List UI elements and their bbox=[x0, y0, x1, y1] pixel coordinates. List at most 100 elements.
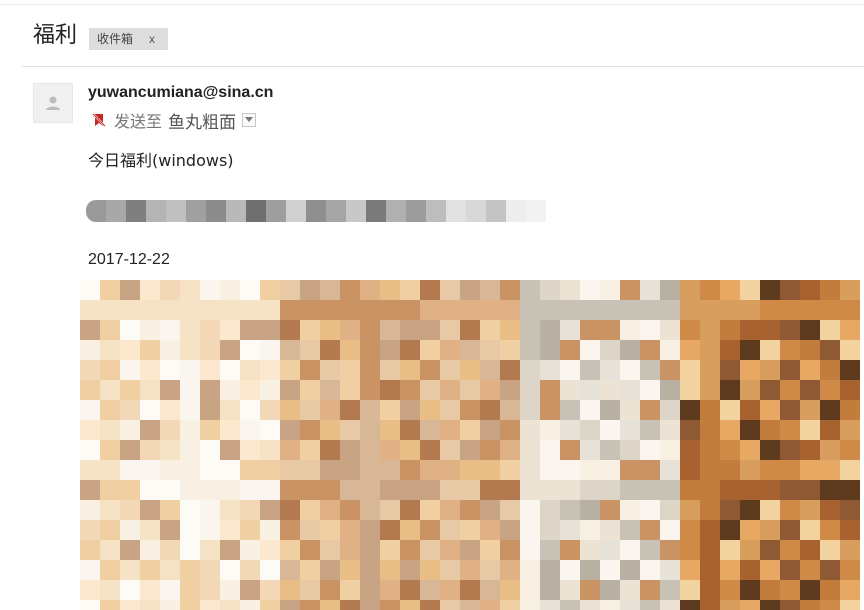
mosaic-pixel bbox=[100, 300, 120, 320]
mosaic-pixel bbox=[480, 420, 500, 440]
mosaic-pixel bbox=[540, 580, 560, 600]
redacted-block bbox=[406, 200, 426, 222]
mosaic-pixel bbox=[760, 580, 780, 600]
mosaic-pixel bbox=[300, 360, 320, 380]
mosaic-pixel bbox=[140, 540, 160, 560]
mosaic-pixel bbox=[100, 460, 120, 480]
mosaic-pixel bbox=[780, 420, 800, 440]
mosaic-pixel bbox=[280, 580, 300, 600]
mosaic-pixel bbox=[520, 480, 540, 500]
mosaic-pixel bbox=[680, 540, 700, 560]
mosaic-pixel bbox=[180, 440, 200, 460]
mosaic-pixel bbox=[100, 420, 120, 440]
mosaic-pixel bbox=[600, 340, 620, 360]
mosaic-pixel bbox=[640, 300, 660, 320]
mosaic-pixel bbox=[760, 360, 780, 380]
mosaic-pixel bbox=[540, 340, 560, 360]
mosaic-pixel bbox=[360, 400, 380, 420]
mosaic-pixel bbox=[100, 580, 120, 600]
sender-email[interactable]: yuwancumiana@sina.cn bbox=[88, 82, 273, 104]
redacted-block bbox=[86, 200, 106, 222]
mosaic-pixel bbox=[820, 280, 840, 300]
mosaic-pixel bbox=[520, 420, 540, 440]
mosaic-pixel bbox=[140, 580, 160, 600]
redacted-block bbox=[346, 200, 366, 222]
mosaic-pixel bbox=[780, 500, 800, 520]
mosaic-pixel bbox=[800, 540, 820, 560]
mosaic-pixel bbox=[380, 500, 400, 520]
mosaic-pixel bbox=[80, 540, 100, 560]
mosaic-pixel bbox=[520, 340, 540, 360]
mosaic-pixel bbox=[200, 340, 220, 360]
mosaic-pixel bbox=[360, 600, 380, 610]
mosaic-pixel bbox=[260, 380, 280, 400]
mosaic-pixel bbox=[780, 480, 800, 500]
mosaic-pixel bbox=[720, 300, 740, 320]
mosaic-pixel bbox=[700, 320, 720, 340]
mosaic-pixel bbox=[400, 520, 420, 540]
mosaic-pixel bbox=[400, 280, 420, 300]
mosaic-pixel bbox=[560, 580, 580, 600]
mosaic-pixel bbox=[740, 440, 760, 460]
mosaic-pixel bbox=[80, 480, 100, 500]
remove-label-button[interactable]: x bbox=[149, 28, 155, 50]
redacted-block bbox=[306, 200, 326, 222]
mosaic-pixel bbox=[340, 600, 360, 610]
mosaic-pixel bbox=[660, 520, 680, 540]
mosaic-pixel bbox=[340, 300, 360, 320]
mosaic-pixel bbox=[400, 500, 420, 520]
mosaic-pixel bbox=[380, 280, 400, 300]
mosaic-pixel bbox=[220, 500, 240, 520]
redacted-block bbox=[486, 200, 506, 222]
mosaic-pixel bbox=[220, 540, 240, 560]
mosaic-pixel bbox=[660, 320, 680, 340]
redacted-link[interactable] bbox=[86, 200, 546, 222]
mosaic-pixel bbox=[380, 400, 400, 420]
mosaic-pixel bbox=[320, 300, 340, 320]
mosaic-pixel bbox=[800, 560, 820, 580]
mosaic-pixel bbox=[180, 460, 200, 480]
default-avatar-icon[interactable] bbox=[33, 83, 73, 123]
mosaic-pixel bbox=[160, 280, 180, 300]
recipient-name[interactable]: 鱼丸粗面 bbox=[168, 108, 236, 133]
mosaic-pixel bbox=[300, 300, 320, 320]
mosaic-pixel bbox=[140, 480, 160, 500]
mosaic-pixel bbox=[560, 520, 580, 540]
mosaic-pixel bbox=[440, 420, 460, 440]
mosaic-pixel bbox=[320, 320, 340, 340]
mosaic-pixel bbox=[680, 480, 700, 500]
mosaic-pixel bbox=[420, 520, 440, 540]
mosaic-pixel bbox=[740, 300, 760, 320]
mosaic-pixel bbox=[280, 380, 300, 400]
mosaic-pixel bbox=[660, 400, 680, 420]
mosaic-pixel bbox=[120, 400, 140, 420]
mosaic-pixel bbox=[840, 380, 860, 400]
mosaic-pixel bbox=[760, 280, 780, 300]
mosaic-pixel bbox=[660, 580, 680, 600]
mosaic-pixel bbox=[260, 460, 280, 480]
mosaic-pixel bbox=[440, 520, 460, 540]
mosaic-pixel bbox=[100, 520, 120, 540]
mosaic-pixel bbox=[700, 540, 720, 560]
mosaic-pixel bbox=[180, 600, 200, 610]
mosaic-pixel bbox=[520, 580, 540, 600]
mosaic-pixel bbox=[440, 380, 460, 400]
mosaic-pixel bbox=[820, 340, 840, 360]
mosaic-pixel bbox=[360, 540, 380, 560]
chevron-down-icon[interactable] bbox=[242, 113, 257, 127]
mosaic-pixel bbox=[300, 320, 320, 340]
mosaic-pixel bbox=[540, 400, 560, 420]
mosaic-pixel bbox=[580, 600, 600, 610]
mosaic-pixel bbox=[340, 500, 360, 520]
mosaic-pixel bbox=[620, 340, 640, 360]
mosaic-pixel bbox=[660, 480, 680, 500]
mosaic-pixel bbox=[800, 600, 820, 610]
mosaic-pixel bbox=[440, 320, 460, 340]
inbox-label-chip[interactable]: 收件箱 x bbox=[89, 28, 168, 50]
mosaic-pixel bbox=[220, 600, 240, 610]
mosaic-pixel bbox=[560, 440, 580, 460]
mosaic-pixel bbox=[660, 500, 680, 520]
mosaic-pixel bbox=[380, 360, 400, 380]
mosaic-pixel bbox=[460, 400, 480, 420]
mosaic-pixel bbox=[220, 280, 240, 300]
